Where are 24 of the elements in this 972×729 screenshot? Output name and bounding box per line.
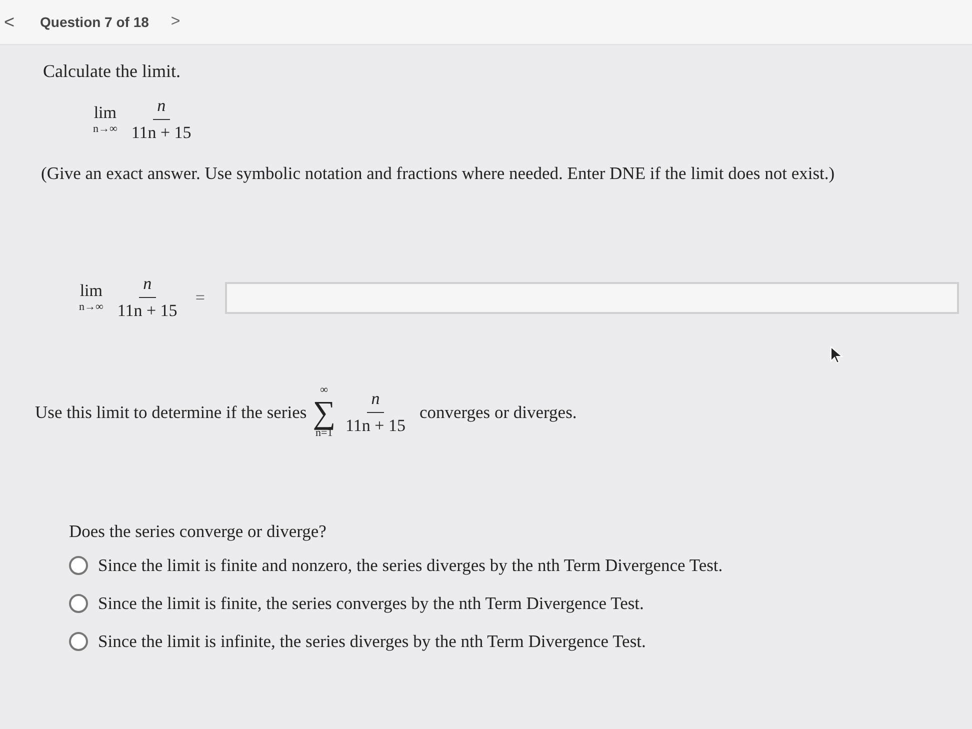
option-label[interactable]: Since the limit is infinite, the series diverges by the nth Term Divergence Test. bbox=[98, 630, 646, 652]
next-question-link[interactable]: > bbox=[170, 13, 180, 31]
summation-sign: ∑ bbox=[312, 396, 336, 428]
fraction-denominator: 11n + 15 bbox=[116, 300, 178, 321]
series-prompt-ending: converges or diverges. bbox=[419, 402, 577, 422]
fraction-numerator: n bbox=[139, 274, 156, 298]
limit-operator: lim bbox=[94, 104, 116, 121]
limit-subscript: n→∞ bbox=[93, 124, 118, 135]
option-label[interactable]: Since the limit is finite and nonzero, the series diverges by the nth Term Divergence Test. bbox=[98, 554, 723, 576]
equals-sign: = bbox=[195, 288, 205, 308]
fraction-denominator: 11n + 15 bbox=[130, 122, 192, 143]
instructions-text: (Give an exact answer. Use symbolic notation and fractions where needed. Enter DNE if the limit does not exist.) bbox=[41, 163, 836, 184]
fraction-denominator: 11n + 15 bbox=[344, 414, 406, 436]
question-counter: Question 7 of 18 bbox=[40, 14, 149, 30]
option-label[interactable]: Since the limit is finite, the series converges by the nth Term Divergence Test. bbox=[98, 592, 644, 614]
limit-operator: lim bbox=[80, 282, 102, 299]
sum-upper-limit: ∞ bbox=[320, 385, 328, 396]
fraction-numerator: n bbox=[367, 388, 384, 412]
limit-subscript: n→∞ bbox=[79, 302, 104, 313]
question-text: Does the series converge or diverge? bbox=[69, 521, 328, 542]
previous-question-link[interactable]: < bbox=[0, 12, 40, 32]
prompt-text: Calculate the limit. bbox=[43, 61, 182, 82]
fraction-numerator: n bbox=[153, 96, 170, 120]
series-prompt-text: Use this limit to determine if the series bbox=[35, 402, 307, 422]
